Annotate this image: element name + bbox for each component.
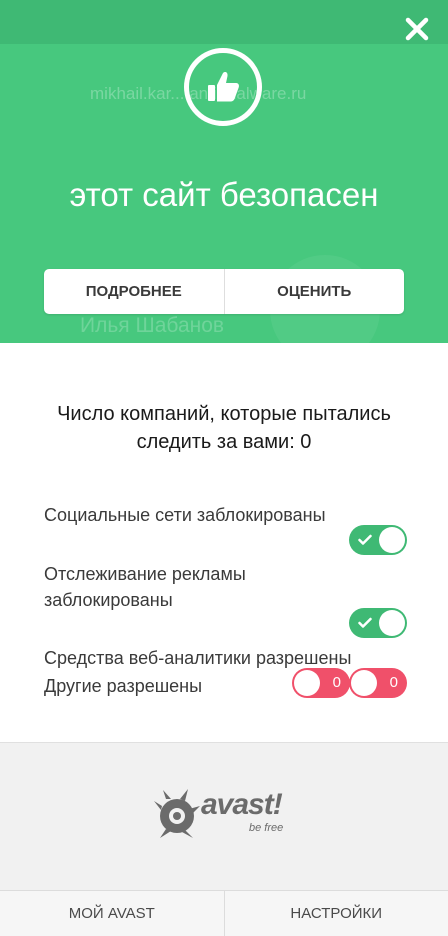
details-button[interactable]: ПОДРОБНЕЕ [44,269,224,314]
close-icon [404,16,430,42]
avast-logo: avast! be free [153,786,303,842]
my-avast-button[interactable]: МОЙ AVAST [0,891,224,936]
toggle-knob [379,527,405,553]
avast-wordmark: avast! [201,788,282,822]
settings-button[interactable]: НАСТРОЙКИ [225,891,448,936]
avast-tagline: be free [249,822,283,834]
status-title: этот сайт безопасен [0,176,448,214]
close-button[interactable] [404,16,430,42]
other-toggle[interactable]: 0 [349,668,407,698]
toggle-knob [379,610,405,636]
other-count: 0 [390,674,398,691]
thumbs-up-badge [184,48,262,126]
toggle-knob [294,670,320,696]
header-top-band [0,0,448,44]
social-networks-toggle[interactable] [349,525,407,555]
bottom-navigation: МОЙ AVAST НАСТРОЙКИ [0,890,448,936]
web-analytics-toggle[interactable]: 0 [292,668,350,698]
web-analytics-count: 0 [333,674,341,691]
toggle-knob [351,670,377,696]
rate-button[interactable]: ОЦЕНИТЬ [225,269,405,314]
check-icon [358,534,372,546]
safe-status-header: mikhail.kar... anti-malware.ru Илья Шаба… [0,0,448,343]
social-networks-label: Социальные сети заблокированы [44,502,326,528]
background-page-name: Илья Шабанов [80,314,224,338]
other-label: Другие разрешены [44,673,202,699]
check-icon [358,617,372,629]
header-action-buttons: ПОДРОБНЕЕ ОЦЕНИТЬ [44,269,404,314]
ad-tracking-toggle[interactable] [349,608,407,638]
thumbs-up-icon [204,68,242,106]
tracking-count-title: Число компаний, которые пытались следить… [40,400,408,456]
ad-tracking-label: Отслеживание рекламы заблокированы [44,561,334,613]
